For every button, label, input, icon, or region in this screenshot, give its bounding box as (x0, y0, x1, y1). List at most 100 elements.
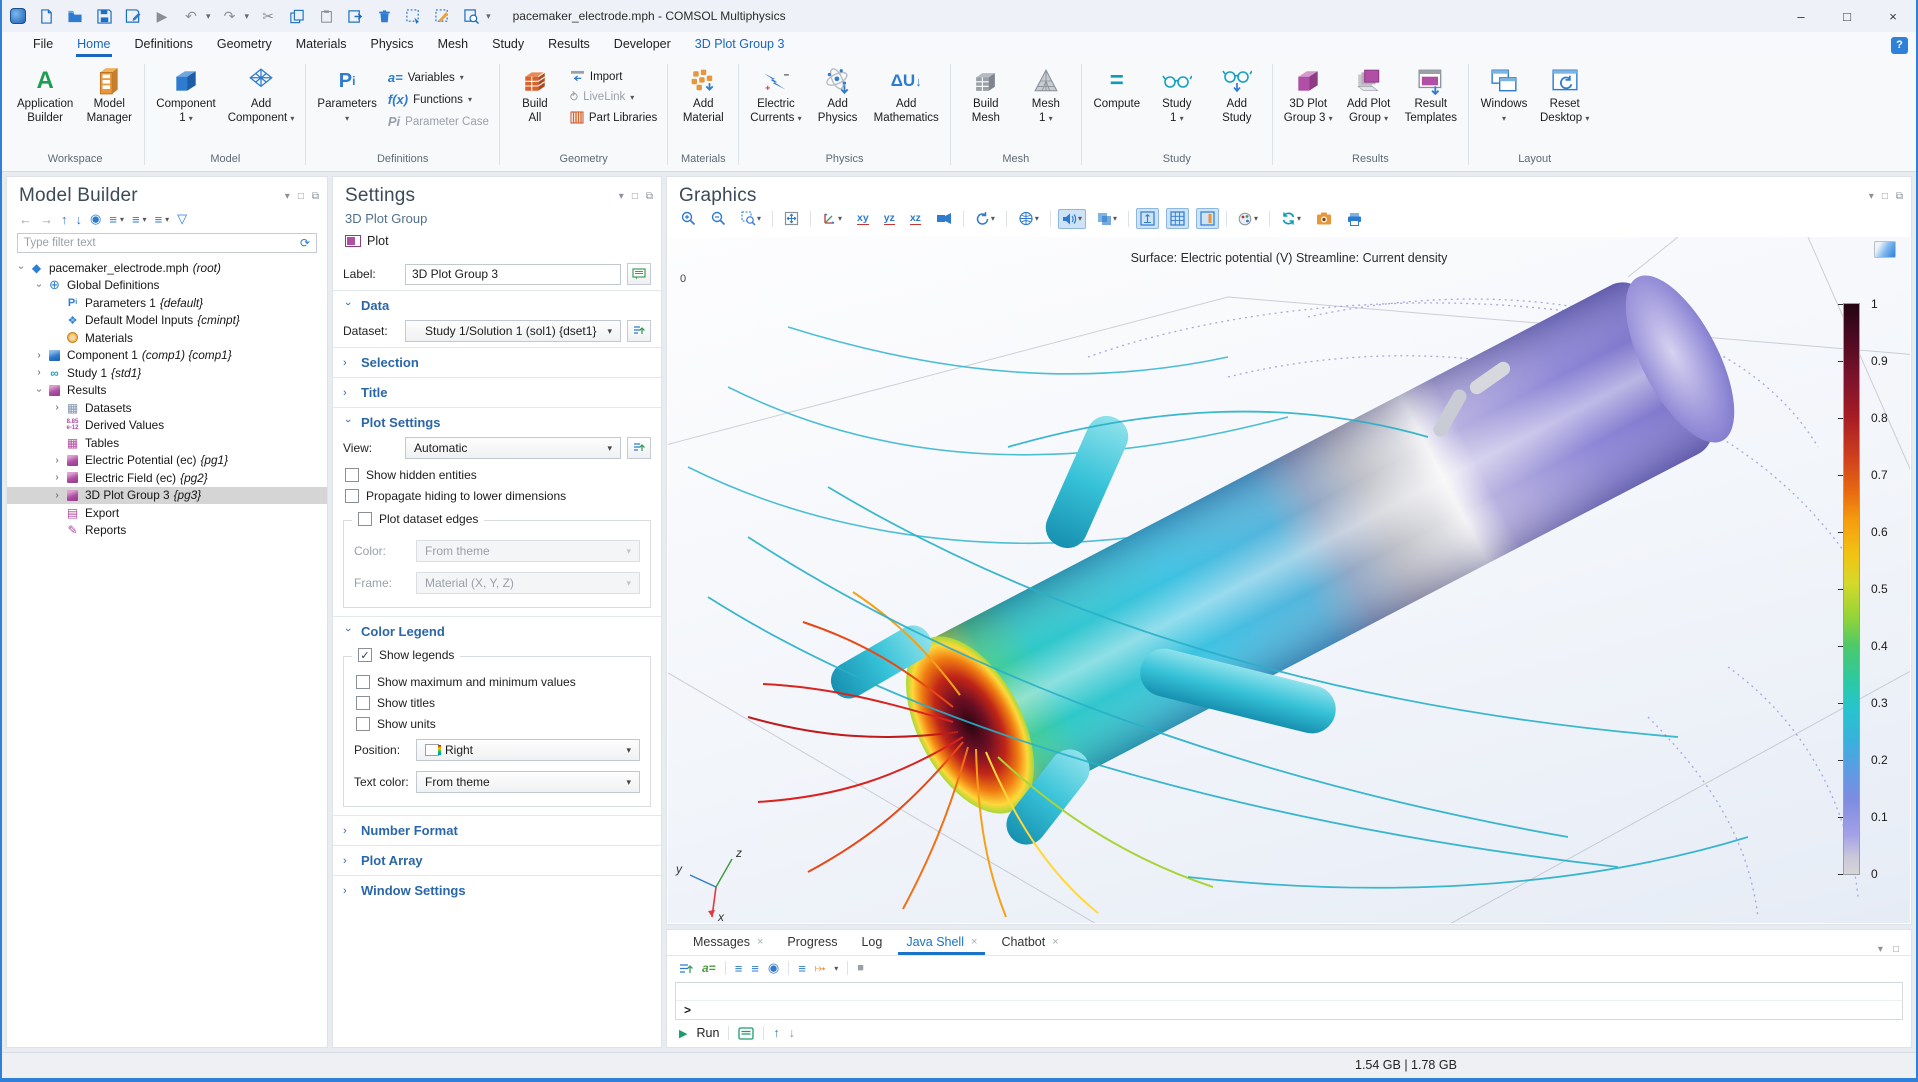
menu-mesh[interactable]: Mesh (427, 33, 480, 57)
dataset-goto-button[interactable] (627, 320, 651, 342)
import-button[interactable]: Import (566, 68, 661, 85)
default-view-icon[interactable]: ▾ (818, 208, 846, 229)
node-order-icon[interactable]: ≡ (155, 212, 163, 227)
edge-color-dropdown[interactable]: From theme▾ (416, 540, 640, 562)
menu-file[interactable]: File (22, 33, 64, 57)
menu-definitions[interactable]: Definitions (124, 33, 204, 57)
show-legends-checkbox[interactable]: ✓ (358, 648, 372, 662)
projection-icon[interactable] (932, 209, 956, 228)
close-tab-icon[interactable]: × (1052, 936, 1058, 948)
tree-item-results[interactable]: › Results (7, 382, 327, 400)
livelink-button[interactable]: ⥁LiveLink▾ (566, 88, 661, 106)
snapshot-icon[interactable] (1312, 209, 1336, 228)
run-icon[interactable]: ▶ (152, 6, 172, 26)
add-physics-button[interactable]: AddPhysics (809, 62, 867, 128)
section-title[interactable]: ›Title (333, 378, 661, 407)
plot-dataset-edges-checkbox[interactable] (358, 512, 372, 526)
print-icon[interactable] (1343, 209, 1366, 229)
propagate-hiding-row[interactable]: Propagate hiding to lower dimensions (333, 485, 661, 506)
shell-show-icon[interactable]: ◉ (768, 960, 779, 976)
tree-item-materials[interactable]: Materials (7, 329, 327, 347)
menu-home[interactable]: Home (66, 33, 121, 57)
menu-3d-plot-group-3[interactable]: 3D Plot Group 3 (684, 33, 796, 57)
section-window-settings[interactable]: ›Window Settings (333, 876, 661, 905)
tree-item-derived-values[interactable]: 8.85e-12 Derived Values (7, 417, 327, 435)
windows-button[interactable]: Windows▾ (1475, 62, 1533, 128)
panel-pin-icon[interactable]: ⧉ (646, 191, 653, 202)
menu-materials[interactable]: Materials (285, 33, 358, 57)
panel-detach-icon[interactable]: □ (298, 191, 304, 202)
tree-item-electric-field[interactable]: › Electric Field (ec){pg2} (7, 469, 327, 487)
functions-button[interactable]: f(x)Functions▾ (384, 90, 493, 109)
tab-messages[interactable]: Messages× (683, 931, 773, 955)
save-icon[interactable] (94, 6, 114, 26)
show-hidden-entities-row[interactable]: Show hidden entities (333, 464, 661, 485)
new-file-icon[interactable] (36, 6, 56, 26)
yz-view-icon[interactable]: yz (880, 209, 899, 228)
show-titles-checkbox[interactable] (356, 696, 370, 710)
color-legend-toggle-icon[interactable] (1196, 208, 1219, 229)
menu-results[interactable]: Results (537, 33, 601, 57)
tree-item-study-1[interactable]: › ∞ Study 1{std1} (7, 364, 327, 382)
tree-item-parameters[interactable]: Pi Parameters 1{default} (7, 294, 327, 312)
update-icon[interactable]: ▾ (1277, 208, 1305, 229)
tree-item-tables[interactable]: ▦ Tables (7, 434, 327, 452)
panel-detach-icon[interactable]: □ (632, 191, 638, 202)
delete-icon[interactable] (374, 6, 394, 26)
section-data[interactable]: ›Data (333, 291, 661, 320)
tree-item-default-model-inputs[interactable]: ❖ Default Model Inputs{cminpt} (7, 312, 327, 330)
tree-item-reports[interactable]: ✎ Reports (7, 522, 327, 540)
run-play-icon[interactable]: ▶ (679, 1027, 687, 1040)
zoom-in-icon[interactable] (677, 208, 700, 229)
back-icon[interactable]: ← (19, 212, 32, 227)
show-icon[interactable]: ◉ (90, 211, 101, 227)
panel-menu-icon[interactable]: ▾ (285, 191, 290, 202)
component-1-button[interactable]: Component1 ▾ (151, 62, 220, 128)
tree-item-3d-plot-group-3[interactable]: › 3D Plot Group 3{pg3} (7, 487, 327, 505)
dataset-dropdown[interactable]: Study 1/Solution 1 (sol1) {dset1}▾ (405, 320, 621, 342)
show-units-row[interactable]: Show units (344, 713, 650, 734)
position-dropdown[interactable]: Right▾ (416, 739, 640, 761)
text-color-dropdown[interactable]: From theme▾ (416, 771, 640, 793)
panel-pin-icon[interactable]: ⧉ (312, 191, 319, 202)
shell-expand-icon[interactable]: ≡ (735, 961, 743, 976)
propagate-hiding-checkbox[interactable] (345, 489, 359, 503)
add-study-button[interactable]: AddStudy (1208, 62, 1266, 128)
transparency-icon[interactable]: ▾ (1093, 209, 1121, 229)
xy-view-icon[interactable]: xy (853, 209, 873, 228)
filter-input[interactable] (24, 237, 300, 249)
section-selection[interactable]: ›Selection (333, 348, 661, 377)
xz-view-icon[interactable]: xz (906, 209, 925, 228)
panel-detach-icon[interactable]: □ (1882, 191, 1888, 202)
move-up-icon[interactable]: ↑ (61, 212, 68, 227)
undo-icon[interactable]: ↶ (181, 6, 201, 26)
collapse-nodes-icon[interactable]: ≡ (132, 212, 140, 227)
show-maxmin-checkbox[interactable] (356, 675, 370, 689)
menu-geometry[interactable]: Geometry (206, 33, 283, 57)
forward-icon[interactable]: → (40, 212, 53, 227)
qat-more-icon[interactable]: ▾ (486, 11, 491, 22)
menu-physics[interactable]: Physics (359, 33, 424, 57)
axes-orientation-icon[interactable] (1136, 208, 1159, 229)
tab-progress[interactable]: Progress (777, 931, 847, 955)
paste-icon[interactable] (316, 6, 336, 26)
undo-dropdown-icon[interactable]: ▾ (206, 11, 211, 22)
shell-prompt-row[interactable]: > (676, 1001, 1902, 1019)
build-all-button[interactable]: BuildAll (506, 62, 564, 128)
sound-icon[interactable]: ▾ (1058, 209, 1086, 229)
zoom-document-icon[interactable] (461, 6, 481, 26)
part-libraries-button[interactable]: Part Libraries (566, 109, 661, 126)
parameter-case-button[interactable]: PiParameter Case (384, 112, 493, 131)
result-templates-button[interactable]: ResultTemplates (1400, 62, 1462, 128)
redo-dropdown-icon[interactable]: ▾ (245, 11, 250, 22)
shell-settings-icon[interactable] (679, 962, 693, 975)
minimize-button[interactable]: – (1778, 0, 1824, 32)
parameters-button[interactable]: Pi Parameters▾ (312, 62, 381, 128)
save-as-icon[interactable] (123, 6, 143, 26)
run-button[interactable]: Run (696, 1026, 719, 1040)
view-goto-button[interactable] (627, 437, 651, 459)
show-units-checkbox[interactable] (356, 717, 370, 731)
section-number-format[interactable]: ›Number Format (333, 816, 661, 845)
select-box-icon[interactable] (403, 6, 423, 26)
plot-button[interactable]: Plot (333, 228, 661, 252)
